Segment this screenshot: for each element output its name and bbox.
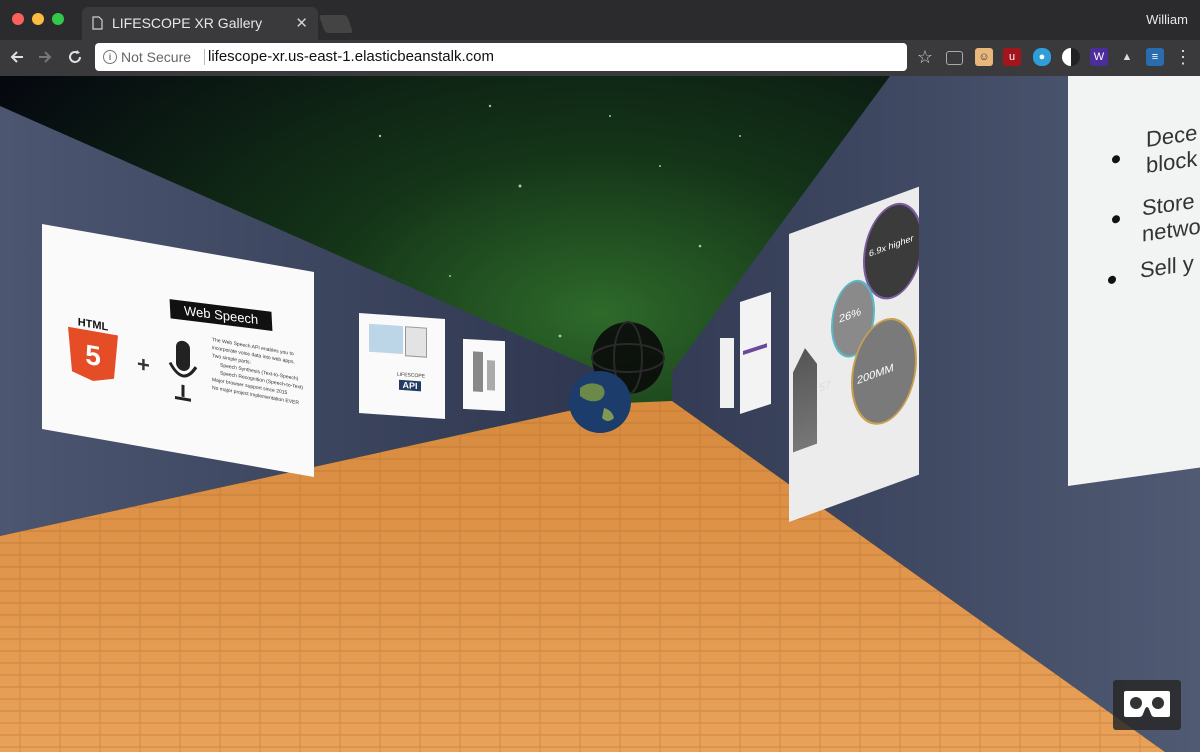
- vr-headset-icon: [1124, 691, 1170, 717]
- slide-bar: [743, 343, 767, 356]
- stat-small: 57: [819, 378, 832, 396]
- lifescope-label: LIFESCOPE: [397, 371, 426, 380]
- buffer-icon[interactable]: ≡: [1146, 48, 1164, 66]
- screenshot-thumbnails: [405, 326, 427, 358]
- user-profile-name[interactable]: William: [1146, 12, 1188, 27]
- bullet-text: Sell y: [1140, 250, 1194, 283]
- html5-logo: HTML 5: [68, 315, 118, 386]
- right-distant-slide-2[interactable]: [740, 291, 771, 414]
- browser-chrome: LIFESCOPE XR Gallery ✕ William i Not Sec…: [0, 0, 1200, 76]
- chart-arrows: [793, 338, 833, 453]
- microphone-icon: [168, 340, 198, 402]
- extension-face-icon[interactable]: ☺: [975, 48, 993, 66]
- stat-percent: 26%: [839, 305, 862, 326]
- stats-infographic-slide[interactable]: 57 6.9x higher 26% 200MM: [789, 186, 919, 522]
- page-icon: [92, 16, 103, 30]
- api-badge: API: [399, 379, 421, 392]
- address-separator: [204, 49, 205, 65]
- distant-slide[interactable]: [463, 338, 505, 412]
- slide-figure: [487, 360, 495, 391]
- ghostery-icon[interactable]: ●: [1033, 48, 1051, 66]
- ublock-icon[interactable]: u: [1003, 48, 1021, 66]
- bullet-dot: [1112, 214, 1120, 224]
- maximize-window-button[interactable]: [52, 13, 64, 25]
- html5-shield-icon: 5: [68, 327, 118, 386]
- slide-title: Web Speech: [169, 299, 273, 331]
- close-tab-icon[interactable]: ✕: [295, 14, 308, 32]
- bookmark-star-icon[interactable]: ☆: [914, 46, 936, 68]
- back-button[interactable]: [6, 46, 28, 68]
- earth-globe[interactable]: [569, 371, 631, 433]
- near-right-slide[interactable]: Dece block Store netwo Sell y: [1068, 76, 1200, 486]
- toolbar: i Not Secure lifescope-xr.us-east-1.elas…: [0, 40, 1200, 76]
- lifescope-api-slide[interactable]: LIFESCOPE API: [359, 313, 445, 420]
- tab-strip: LIFESCOPE XR Gallery ✕ William: [0, 0, 1200, 40]
- new-tab-button[interactable]: [318, 15, 354, 33]
- tab-title: LIFESCOPE XR Gallery: [112, 15, 263, 31]
- xr-gallery-scene[interactable]: Web Speech HTML 5 + The Web Speech API e…: [0, 76, 1200, 752]
- bullet-list: The Web Speech API enables you to incorp…: [212, 336, 310, 409]
- cast-icon[interactable]: [946, 51, 963, 65]
- screenshot-thumbnails: [369, 323, 403, 355]
- bullet-dot: [1108, 275, 1116, 285]
- bullet-dot: [1112, 154, 1120, 164]
- dark-mode-icon[interactable]: [1062, 48, 1080, 66]
- address-bar[interactable]: i Not Secure lifescope-xr.us-east-1.elas…: [95, 43, 907, 71]
- right-distant-slide-1[interactable]: [720, 338, 734, 408]
- url-text[interactable]: lifescope-xr.us-east-1.elasticbeanstalk.…: [208, 48, 494, 65]
- minimize-window-button[interactable]: [32, 13, 44, 25]
- back-arrow-icon: [10, 51, 23, 63]
- plus-sign: +: [137, 350, 150, 379]
- slide-figure: [473, 351, 483, 392]
- forward-button[interactable]: [34, 46, 56, 68]
- security-indicator[interactable]: Not Secure: [121, 49, 191, 65]
- extension-w-icon[interactable]: W: [1090, 48, 1108, 66]
- enter-vr-button[interactable]: [1113, 680, 1181, 730]
- stat-highlight: 6.9x higher: [869, 232, 914, 259]
- forward-arrow-icon: [39, 51, 52, 63]
- reload-icon: [69, 50, 81, 63]
- close-window-button[interactable]: [12, 13, 24, 25]
- info-icon[interactable]: i: [103, 50, 117, 64]
- reload-button[interactable]: [64, 46, 86, 68]
- drive-icon[interactable]: ▲: [1118, 48, 1136, 66]
- stat-users: 200MM: [857, 361, 894, 388]
- tab-lifescope[interactable]: LIFESCOPE XR Gallery ✕: [82, 7, 318, 40]
- menu-icon[interactable]: ⋮: [1172, 46, 1194, 68]
